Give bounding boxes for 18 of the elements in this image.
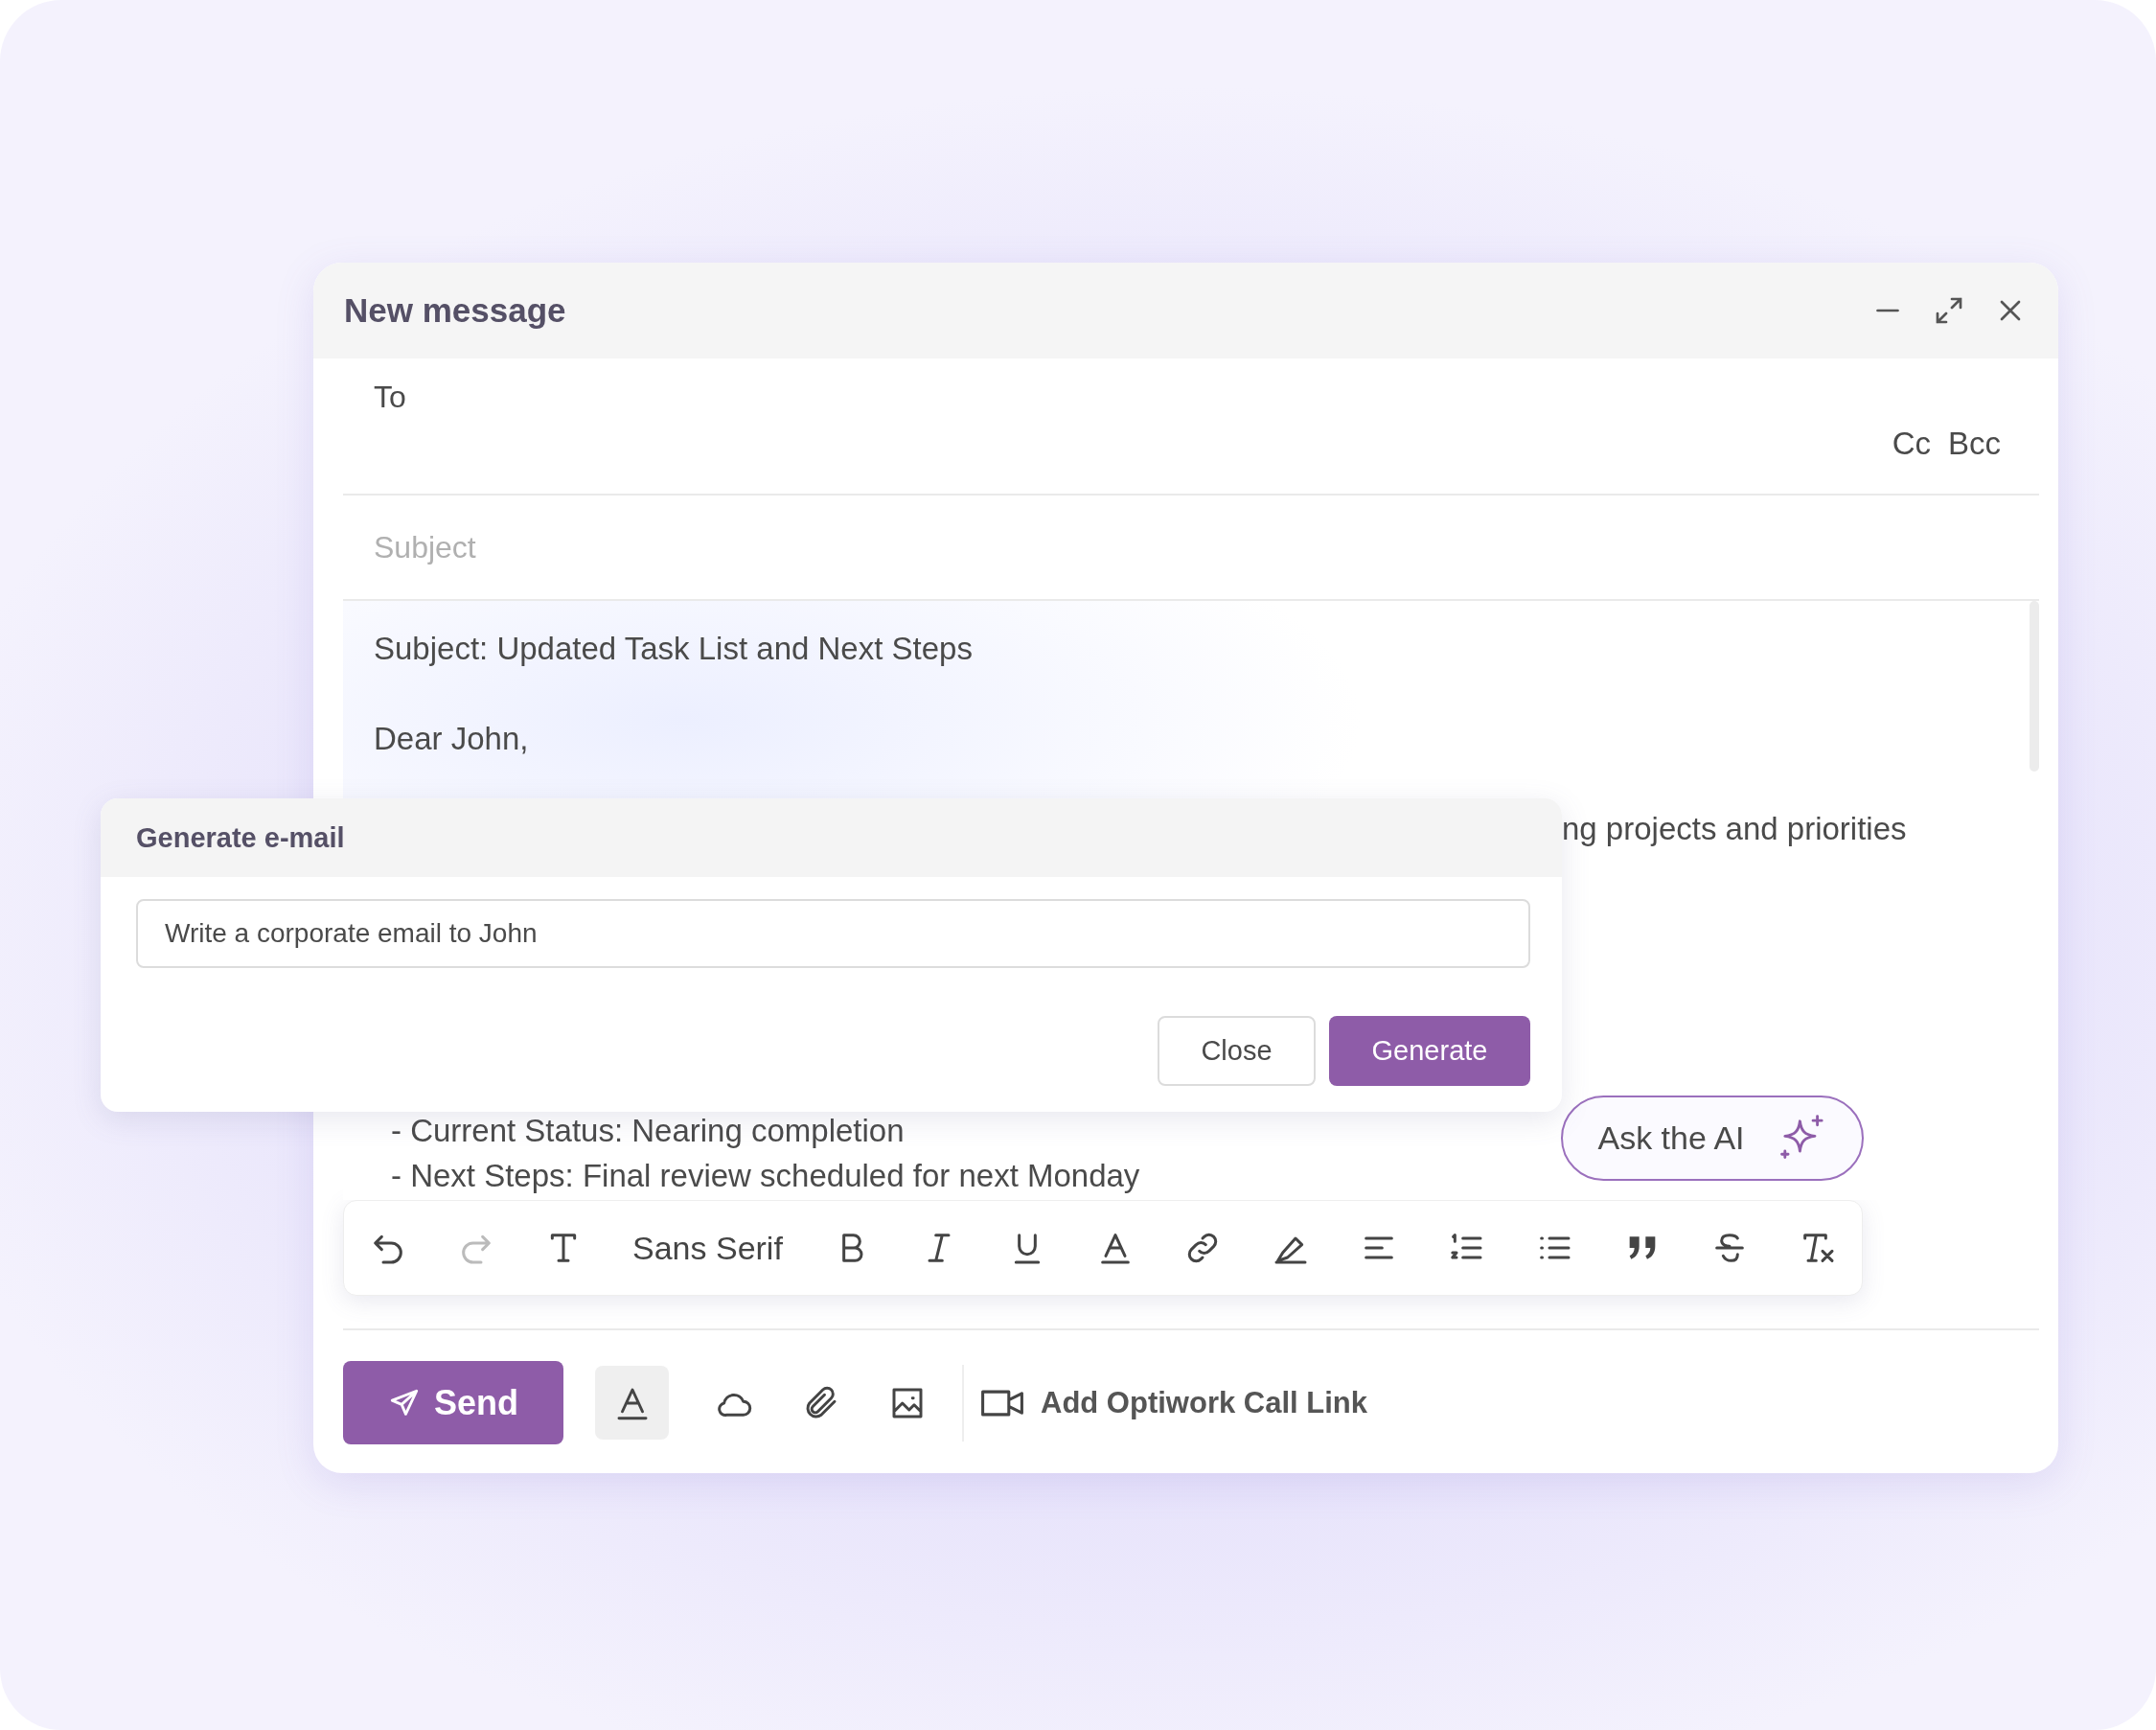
body-text: Dear John, bbox=[374, 720, 530, 758]
window-title: New message bbox=[344, 291, 566, 330]
bcc-link[interactable]: Bcc bbox=[1948, 426, 2001, 462]
call-link-button[interactable]: Add Optiwork Call Link bbox=[979, 1385, 1367, 1420]
close-button[interactable]: Close bbox=[1158, 1016, 1316, 1086]
cc-link[interactable]: Cc bbox=[1892, 426, 1931, 462]
body-text: Subject: Updated Task List and Next Steps bbox=[374, 630, 974, 668]
generate-button[interactable]: Generate bbox=[1329, 1016, 1530, 1086]
formatting-button[interactable] bbox=[595, 1366, 669, 1440]
font-selector[interactable]: Sans Serif bbox=[632, 1229, 783, 1267]
ask-ai-button[interactable]: Ask the AI bbox=[1561, 1096, 1864, 1181]
send-button[interactable]: Send bbox=[343, 1361, 563, 1444]
list-item-text: - Next Steps: Final review scheduled for next Monday bbox=[391, 1157, 1140, 1195]
dialog-title: Generate e-mail bbox=[136, 821, 345, 854]
to-label: To bbox=[374, 380, 406, 415]
list-item-text: - Current Status: Nearing completion bbox=[391, 1112, 905, 1150]
body-text: ng projects and priorities bbox=[1562, 810, 1908, 848]
prompt-field[interactable]: Write a corporate email to John bbox=[136, 899, 1530, 968]
